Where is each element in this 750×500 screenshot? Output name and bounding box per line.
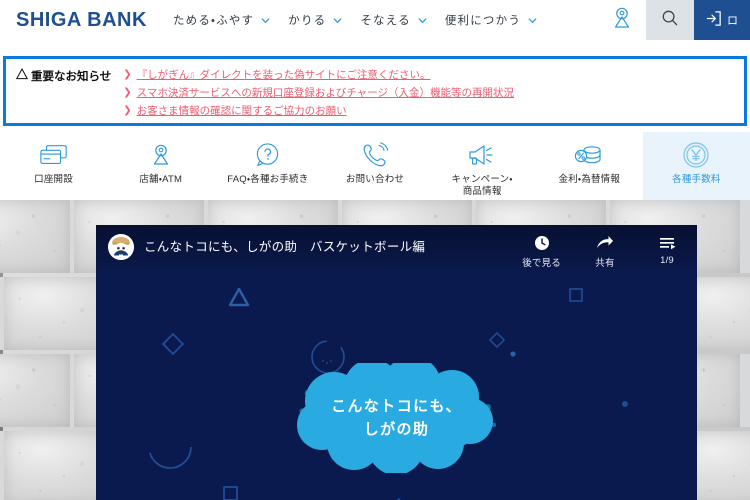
playlist-icon bbox=[659, 234, 676, 252]
quicklink-kouza-kaisetsu[interactable]: 口座開設 bbox=[0, 132, 107, 200]
quicklink-label: FAQ・各種お手続き bbox=[227, 174, 309, 185]
chevron-right-icon: ❯ bbox=[123, 69, 132, 80]
notice-link[interactable]: ❯ 『しがぎん』ダイレクトを装った偽サイトにご注意ください。 bbox=[123, 67, 514, 82]
diamond-shape-icon bbox=[488, 331, 506, 349]
quicklink-faq[interactable]: FAQ・各種お手続き bbox=[214, 132, 321, 200]
arc-shape-icon bbox=[148, 425, 192, 469]
quicklink-label: 店舗・ATM bbox=[139, 174, 183, 185]
phone-icon bbox=[361, 140, 389, 170]
notice-title: 重要なお知らせ bbox=[15, 67, 112, 121]
quicklink-campaign[interactable]: キャンペーン・ 商品情報 bbox=[429, 132, 536, 200]
site-header: SHIGA BANK ためる・ふやす かりる そなえる 便利につかう ロ bbox=[0, 0, 750, 40]
share-button[interactable]: 共有 bbox=[587, 234, 623, 269]
quick-link-iconbar: 口座開設 店舗・ATM FAQ・各種お手続き お問い合わせ キャンペーン・ 商品… bbox=[0, 132, 750, 200]
video-title[interactable]: こんなトコにも、しがの助 バスケットボール編 bbox=[144, 234, 425, 260]
nav-item-label: ためる・ふやす bbox=[172, 15, 255, 27]
quicklink-label: キャンペーン・ 商品情報 bbox=[451, 174, 513, 197]
video-controls: 後で見る 共有 1/9 bbox=[496, 234, 685, 269]
chevron-down-icon bbox=[333, 16, 342, 25]
notice-link[interactable]: ❯ お客さま情報の確認に関するご協力のお願い bbox=[123, 103, 514, 118]
triangle-shape-icon bbox=[228, 287, 250, 307]
quicklink-label: お問い合わせ bbox=[345, 174, 405, 185]
yen-coin-icon bbox=[682, 140, 710, 170]
square-shape-icon bbox=[569, 288, 583, 302]
video-player[interactable]: こんなトコにも、 しがの助 こんなトコにも、しがの助 バスケットボール編 後で見… bbox=[96, 225, 697, 500]
video-top-bar: こんなトコにも、しがの助 バスケットボール編 後で見る 共有 1/9 bbox=[96, 225, 697, 277]
search-button[interactable] bbox=[646, 0, 694, 40]
square-shape-icon bbox=[223, 486, 238, 500]
header-actions: ロ bbox=[598, 0, 750, 40]
login-label: ロ bbox=[727, 15, 739, 27]
map-pin-icon bbox=[609, 5, 635, 36]
nav-item-label: かりる bbox=[288, 15, 327, 27]
chevron-right-icon: ❯ bbox=[123, 105, 132, 116]
chevron-down-icon bbox=[261, 16, 270, 25]
quicklink-toiawase[interactable]: お問い合わせ bbox=[321, 132, 428, 200]
playlist-button[interactable]: 1/9 bbox=[649, 234, 685, 266]
search-icon bbox=[661, 9, 679, 32]
main-navigation: ためる・ふやす かりる そなえる 便利につかう bbox=[173, 12, 555, 28]
nav-item-sonaeru[interactable]: そなえる bbox=[360, 12, 427, 28]
cloud-shape-icon bbox=[296, 363, 496, 473]
playlist-counter: 1/9 bbox=[660, 255, 674, 266]
share-label: 共有 bbox=[595, 258, 615, 269]
important-notice-banner: 重要なお知らせ ❯ 『しがぎん』ダイレクトを装った偽サイトにご注意ください。 ❯… bbox=[3, 56, 747, 126]
notice-link-label: お客さま情報の確認に関するご協力のお願い bbox=[136, 105, 347, 117]
credit-card-icon bbox=[39, 140, 69, 170]
dot-shape-icon bbox=[622, 401, 628, 407]
notice-link-list: ❯ 『しがぎん』ダイレクトを装った偽サイトにご注意ください。 ❯ スマホ決済サー… bbox=[123, 67, 514, 121]
nav-item-label: 便利につかう bbox=[444, 15, 522, 27]
notice-link-label: 『しがぎん』ダイレクトを装った偽サイトにご注意ください。 bbox=[136, 69, 431, 81]
nav-item-benri-ni-tsukau[interactable]: 便利につかう bbox=[445, 12, 537, 28]
warning-triangle-icon bbox=[15, 67, 29, 83]
nav-item-label: そなえる bbox=[360, 15, 411, 27]
map-pin-icon bbox=[148, 140, 174, 170]
mascot-avatar-icon[interactable] bbox=[108, 234, 134, 260]
question-bubble-icon bbox=[254, 140, 281, 170]
notice-title-text: 重要なお知らせ bbox=[31, 71, 112, 83]
watch-later-button[interactable]: 後で見る bbox=[522, 234, 561, 269]
quicklink-label: 金利・為替情報 bbox=[558, 174, 621, 185]
quicklink-label: 口座開設 bbox=[34, 174, 73, 185]
triangle-shape-icon bbox=[397, 498, 401, 500]
coins-percent-icon bbox=[574, 140, 604, 170]
branch-locator-button[interactable] bbox=[598, 0, 646, 40]
nav-item-tameru-fuyasu[interactable]: ためる・ふやす bbox=[173, 12, 270, 28]
clock-icon bbox=[534, 234, 550, 252]
diamond-shape-icon bbox=[161, 332, 185, 356]
chevron-down-icon bbox=[528, 16, 537, 25]
site-logo[interactable]: SHIGA BANK bbox=[16, 9, 147, 32]
login-icon bbox=[704, 9, 723, 31]
page-root: SHIGA BANK ためる・ふやす かりる そなえる 便利につかう ロ 重要な… bbox=[0, 0, 750, 500]
quicklink-kinri-kawase[interactable]: 金利・為替情報 bbox=[536, 132, 643, 200]
chevron-down-icon bbox=[418, 16, 427, 25]
login-button[interactable]: ロ bbox=[694, 0, 750, 40]
notice-link[interactable]: ❯ スマホ決済サービスへの新規口座登録およびチャージ（入金）機能等の再開状況 bbox=[123, 85, 514, 100]
share-arrow-icon bbox=[596, 234, 614, 252]
megaphone-icon bbox=[467, 140, 497, 170]
quicklink-tenpo-atm[interactable]: 店舗・ATM bbox=[107, 132, 214, 200]
dot-shape-icon bbox=[510, 351, 516, 357]
quicklink-kakushu-tesuryo[interactable]: 各種手数料 bbox=[642, 132, 750, 200]
nav-item-kariru[interactable]: かりる bbox=[288, 12, 342, 28]
chevron-right-icon: ❯ bbox=[123, 87, 132, 98]
shiganosuke-cloud-logo: こんなトコにも、 しがの助 bbox=[292, 363, 502, 473]
watch-later-label: 後で見る bbox=[522, 258, 561, 269]
notice-link-label: スマホ決済サービスへの新規口座登録およびチャージ（入金）機能等の再開状況 bbox=[136, 87, 515, 99]
quicklink-label: 各種手数料 bbox=[672, 174, 721, 185]
